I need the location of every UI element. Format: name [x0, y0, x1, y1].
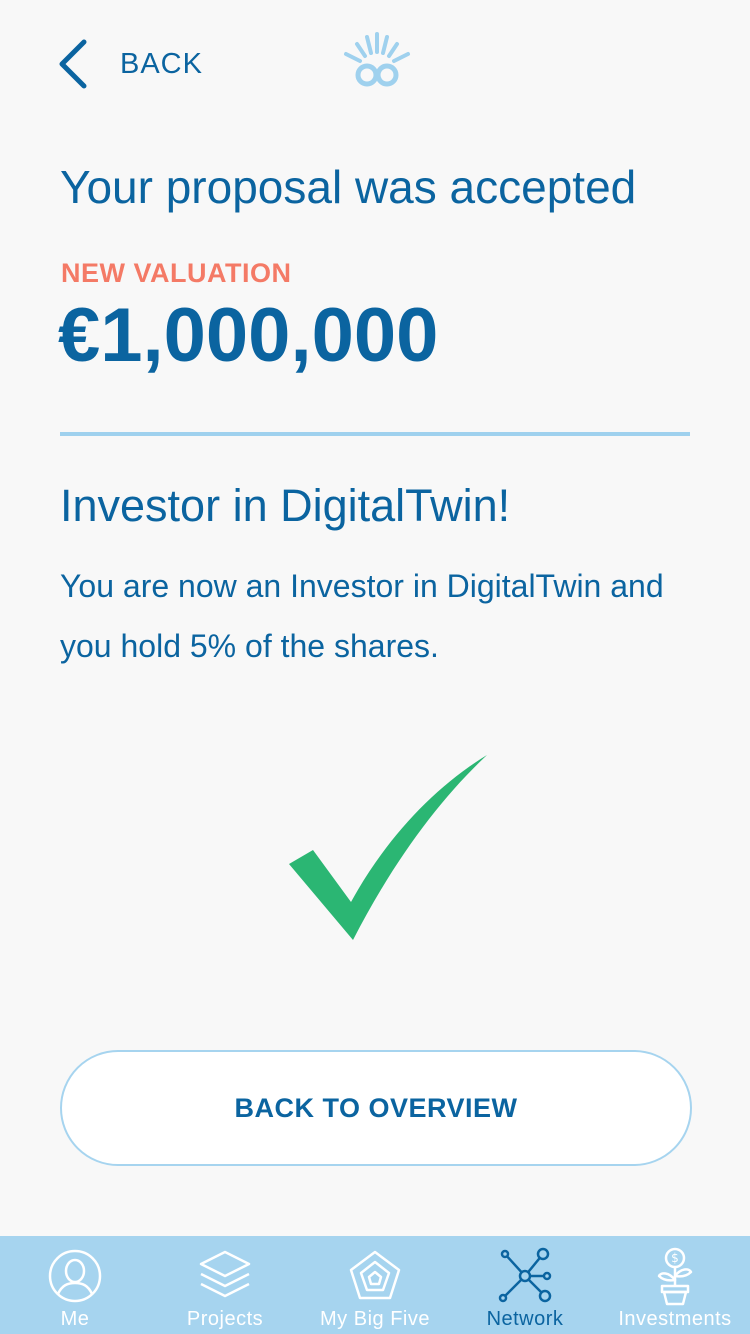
tab-label-my-big-five: My Big Five — [320, 1308, 430, 1330]
valuation-caption: NEW VALUATION — [61, 258, 292, 288]
back-label: BACK — [120, 47, 203, 80]
investor-description: You are now an Investor in DigitalTwin a… — [60, 568, 664, 664]
layers-icon — [199, 1250, 251, 1298]
back-to-overview-button[interactable]: BACK TO OVERVIEW — [60, 1050, 692, 1166]
pentagon-icon — [349, 1250, 401, 1300]
tab-label-network: Network — [486, 1308, 564, 1330]
investor-heading: Investor in DigitalTwin! — [60, 480, 511, 531]
divider — [60, 432, 690, 436]
checkmark-icon — [289, 755, 487, 940]
svg-text:$: $ — [671, 1251, 679, 1265]
tab-label-investments: Investments — [618, 1308, 732, 1330]
tab-label-projects: Projects — [186, 1308, 264, 1330]
tab-me[interactable]: Me — [0, 1236, 150, 1334]
back-to-overview-label: BACK TO OVERVIEW — [234, 1092, 518, 1123]
proposal-accepted-screen: BACK Your proposal was accepted NEW VALU… — [0, 0, 750, 1334]
tab-bar: Me Projects My Big Five Network $ Invest… — [0, 1236, 750, 1334]
money-plant-icon: $ — [657, 1247, 693, 1306]
person-icon — [48, 1249, 102, 1303]
tab-projects[interactable]: Projects — [150, 1236, 300, 1334]
chevron-left-icon — [59, 39, 87, 89]
network-icon — [498, 1247, 552, 1303]
tab-label-me: Me — [60, 1308, 90, 1330]
tab-network[interactable]: Network — [450, 1236, 600, 1334]
tab-my-big-five[interactable]: My Big Five — [300, 1236, 450, 1334]
logo-icon — [344, 32, 410, 87]
page-title: Your proposal was accepted — [60, 161, 637, 213]
valuation-amount: €1,000,000 — [58, 293, 439, 378]
tab-investments[interactable]: $ Investments — [600, 1236, 750, 1334]
back-button[interactable]: BACK — [52, 34, 203, 94]
